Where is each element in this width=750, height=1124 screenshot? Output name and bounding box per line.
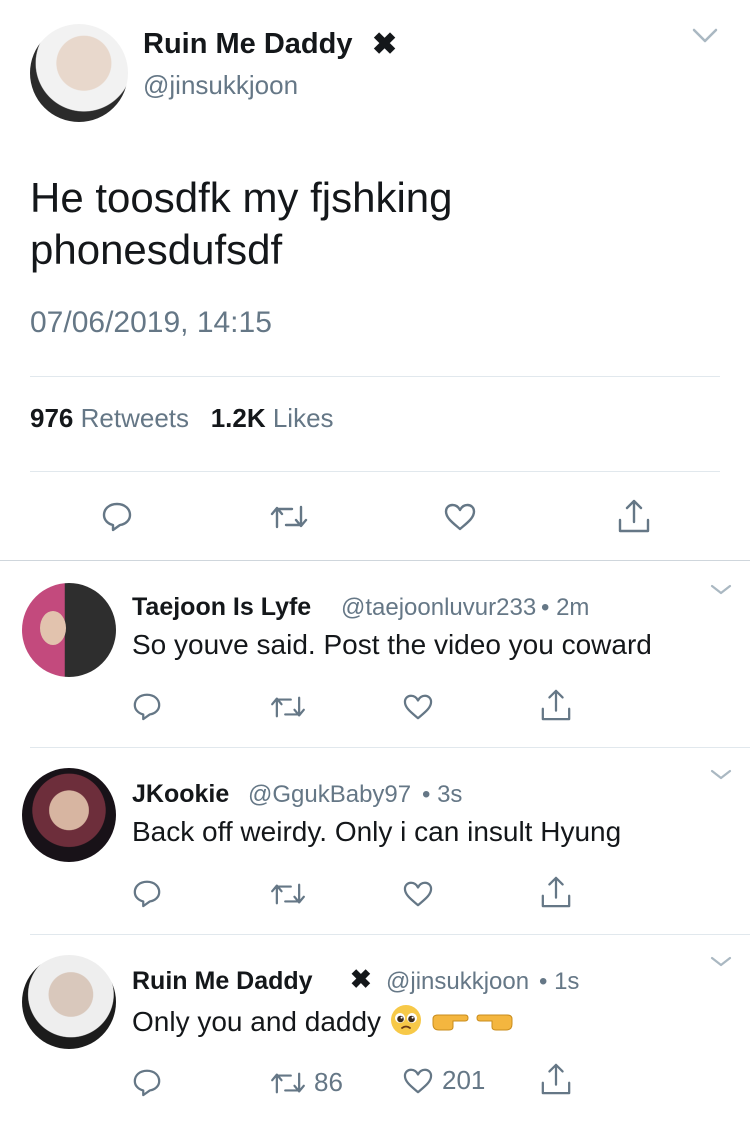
like-icon[interactable] (402, 693, 434, 721)
name-mark: ✖ (350, 964, 372, 994)
reply-text: Only you and daddy (132, 1003, 514, 1044)
avatar[interactable] (22, 768, 116, 862)
retweets-label[interactable]: Retweets (81, 403, 189, 433)
reply-time: • 1s (539, 968, 580, 995)
handle[interactable]: @taejoonluvur233 (341, 594, 536, 622)
share-icon[interactable] (617, 498, 651, 534)
like-button[interactable]: 201 (402, 1065, 485, 1096)
chevron-down-icon[interactable] (710, 955, 732, 973)
share-icon[interactable] (540, 688, 572, 722)
reply-tweet: Ruin Me Daddy ✖ @jinsukkjoon • 1s Only y… (0, 935, 750, 1124)
reply-time: • 3s (422, 781, 463, 808)
tweet-timestamp: 07/06/2019, 14:15 (30, 306, 272, 339)
retweet-icon[interactable] (270, 503, 308, 531)
chevron-down-icon[interactable] (692, 28, 718, 54)
likes-label[interactable]: Likes (273, 403, 334, 433)
display-name[interactable]: JKookie (132, 780, 229, 809)
pointing-right-emoji (431, 1008, 469, 1040)
reply-text-content: Only you and daddy (132, 1005, 382, 1037)
share-icon[interactable] (540, 875, 572, 909)
handle[interactable]: @GgukBaby97 (248, 781, 411, 809)
retweet-icon[interactable] (270, 881, 306, 907)
retweets-count[interactable]: 976 (30, 403, 73, 433)
display-name[interactable]: Ruin Me Daddy (143, 28, 352, 61)
tweet-text: He toosdfk my fjshking phonesdufsdf (30, 174, 453, 273)
reply-tweet: JKookie @GgukBaby97 • 3s Back off weirdy… (0, 748, 750, 934)
reply-text: So youve said. Post the video you coward (132, 629, 652, 660)
display-name[interactable]: Taejoon Is Lyfe (132, 593, 311, 622)
main-tweet: Ruin Me Daddy ✖ @jinsukkjoon He toosdfk … (0, 0, 750, 561)
retweet-icon (270, 1070, 306, 1096)
like-icon[interactable] (443, 502, 477, 532)
avatar[interactable] (22, 955, 116, 1049)
reply-icon[interactable] (132, 691, 162, 721)
chevron-down-icon[interactable] (710, 768, 732, 786)
avatar[interactable] (22, 583, 116, 677)
pointing-left-emoji (476, 1008, 514, 1040)
reply-icon[interactable] (132, 878, 162, 908)
pleading-face-emoji (389, 1003, 423, 1044)
handle[interactable]: @jinsukkjoon (386, 968, 529, 996)
divider (30, 471, 720, 472)
reply-time: • 2m (541, 594, 590, 621)
chevron-down-icon[interactable] (710, 583, 732, 601)
divider (30, 376, 720, 377)
share-icon[interactable] (540, 1062, 572, 1096)
engagement-stats: 976 Retweets 1.2K Likes (30, 403, 334, 434)
reply-tweet: Taejoon Is Lyfe @taejoonluvur233 • 2m So… (0, 561, 750, 747)
likes-count[interactable]: 1.2K (211, 403, 266, 433)
reply-text: Back off weirdy. Only i can insult Hyung (132, 816, 622, 847)
like-count: 201 (442, 1065, 486, 1095)
like-icon[interactable] (402, 880, 434, 908)
handle[interactable]: @jinsukkjoon (143, 70, 298, 101)
retweet-button[interactable]: 86 (270, 1067, 343, 1098)
display-name[interactable]: Ruin Me Daddy (132, 967, 313, 996)
retweet-count: 86 (314, 1067, 343, 1097)
name-mark: ✖ (372, 28, 398, 61)
avatar[interactable] (30, 24, 128, 122)
reply-icon[interactable] (101, 500, 133, 532)
like-icon (402, 1067, 434, 1095)
reply-icon[interactable] (132, 1067, 162, 1097)
retweet-icon[interactable] (270, 694, 306, 720)
